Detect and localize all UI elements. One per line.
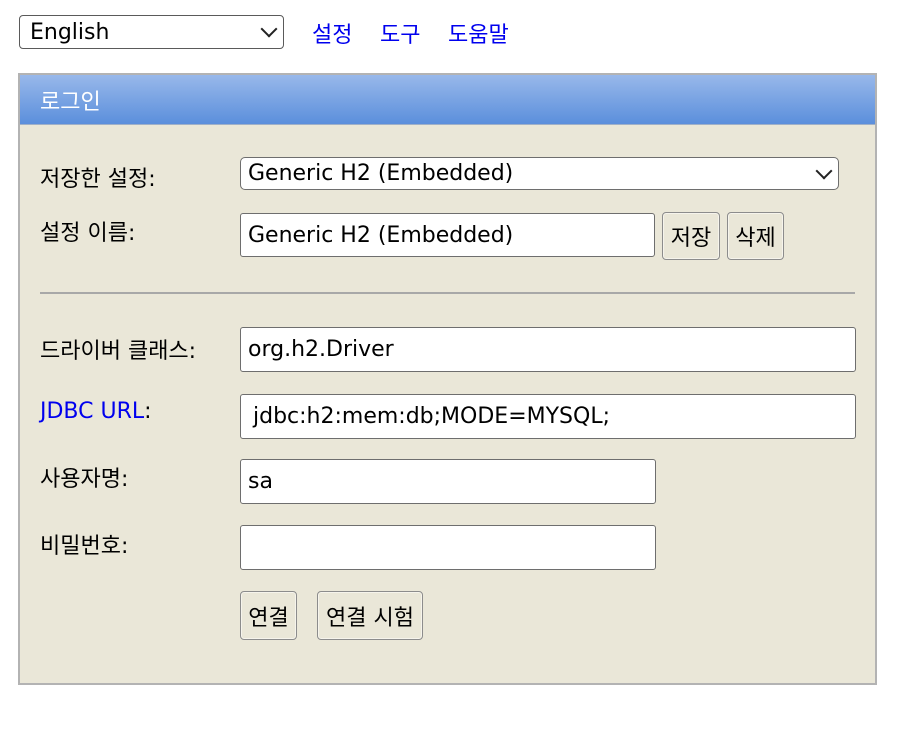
username-input[interactable]: sa bbox=[240, 459, 656, 504]
tools-link[interactable]: 도구 bbox=[380, 17, 420, 49]
saved-settings-value: Generic H2 (Embedded) bbox=[248, 161, 514, 186]
jdbc-url-colon: : bbox=[144, 399, 152, 424]
jdbc-url-label: JDBC URL: bbox=[40, 399, 152, 424]
test-connection-button[interactable]: 연결 시험 bbox=[317, 591, 423, 640]
password-label: 비밀번호: bbox=[40, 534, 129, 559]
connect-button[interactable]: 연결 bbox=[240, 591, 297, 640]
saved-settings-select[interactable]: Generic H2 (Embedded) bbox=[240, 157, 839, 190]
saved-settings-label: 저장한 설정: bbox=[40, 167, 156, 192]
username-value: sa bbox=[248, 469, 273, 494]
setting-name-input[interactable]: Generic H2 (Embedded) bbox=[240, 213, 655, 257]
driver-class-label: 드라이버 클래스: bbox=[40, 339, 197, 364]
setting-name-label: 설정 이름: bbox=[40, 221, 136, 246]
jdbc-url-input[interactable]: jdbc:h2:mem:db;MODE=MYSQL; bbox=[240, 394, 856, 439]
driver-class-value: org.h2.Driver bbox=[248, 337, 394, 362]
language-select-value: English bbox=[30, 19, 110, 45]
chevron-down-icon bbox=[815, 162, 833, 179]
username-label: 사용자명: bbox=[40, 467, 129, 492]
language-select[interactable]: English bbox=[19, 15, 284, 49]
divider bbox=[40, 292, 855, 294]
login-panel: 로그인 저장한 설정: Generic H2 (Embedded) 설정 이름:… bbox=[18, 73, 877, 685]
save-button[interactable]: 저장 bbox=[662, 212, 720, 260]
login-header: 로그인 bbox=[20, 75, 875, 125]
driver-class-input[interactable]: org.h2.Driver bbox=[240, 327, 856, 372]
help-link[interactable]: 도움말 bbox=[448, 17, 509, 49]
chevron-down-icon bbox=[260, 20, 278, 38]
setting-name-value: Generic H2 (Embedded) bbox=[248, 222, 514, 248]
password-input[interactable] bbox=[240, 525, 656, 570]
jdbc-url-link[interactable]: JDBC URL bbox=[40, 399, 144, 424]
delete-button[interactable]: 삭제 bbox=[727, 212, 784, 260]
login-title: 로그인 bbox=[40, 89, 101, 115]
settings-link[interactable]: 설정 bbox=[312, 17, 352, 49]
jdbc-url-value: jdbc:h2:mem:db;MODE=MYSQL; bbox=[253, 404, 610, 429]
